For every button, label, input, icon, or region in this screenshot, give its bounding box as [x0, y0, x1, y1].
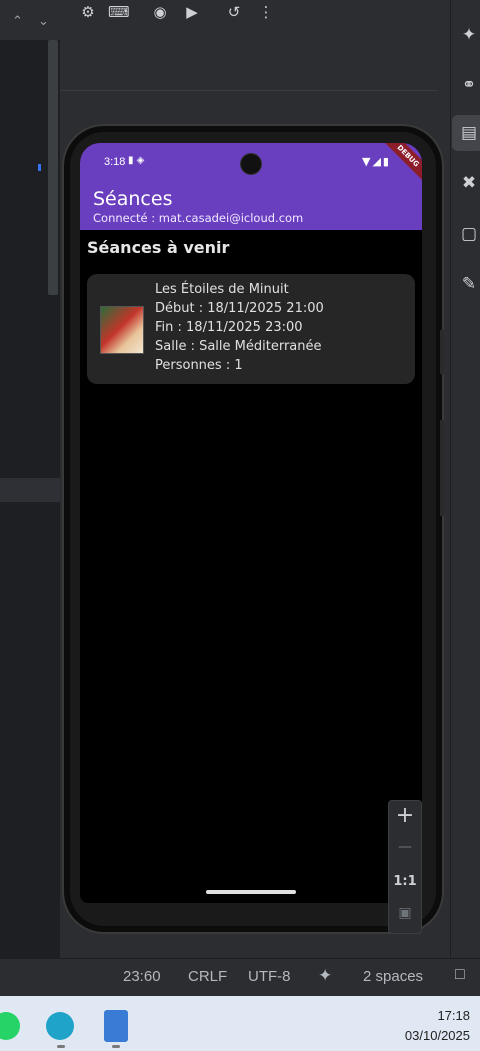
line-ending[interactable]: CRLF	[188, 968, 227, 985]
zoom-controls: + — 1:1 ▣	[388, 800, 422, 934]
notepad-icon[interactable]	[104, 1010, 128, 1042]
ai-sparkle-icon[interactable]: ✦	[456, 22, 480, 48]
toolbar-divider	[60, 90, 438, 91]
wifi-signal-battery-icon: ▼◢▮	[362, 155, 391, 168]
left-panel-selected-row[interactable]	[0, 478, 60, 502]
taskbar-date[interactable]: 03/10/2025	[405, 1028, 470, 1043]
ai-assist-icon[interactable]: ✦	[318, 966, 332, 986]
edge-app-icon[interactable]	[46, 1012, 74, 1040]
more-vert-icon[interactable]: ⋮	[256, 2, 276, 22]
phone-power-button[interactable]	[440, 330, 444, 374]
zoom-in-button[interactable]: +	[389, 803, 421, 828]
left-panel-scrollbar[interactable]	[48, 40, 58, 295]
phone-screen[interactable]: 3:18 ▮ ◈ ▼◢▮ DEBUG Séances Connecté : ma…	[80, 143, 422, 903]
device-mirror-icon[interactable]: ⌨	[108, 2, 130, 22]
session-room: Salle : Salle Méditerranée	[155, 339, 322, 354]
section-title: Séances à venir	[87, 238, 230, 257]
rotate-icon[interactable]: ↺	[224, 2, 244, 22]
file-encoding[interactable]: UTF-8	[248, 968, 291, 985]
session-people: Personnes : 1	[155, 358, 243, 373]
zoom-reset-button[interactable]: 1:1	[389, 874, 421, 889]
connected-user: Connecté : mat.casadei@icloud.com	[93, 211, 304, 225]
left-toolbar	[0, 0, 60, 40]
device-settings-icon[interactable]: ⚙	[78, 2, 98, 22]
camera-icon[interactable]: ◉	[150, 2, 170, 22]
cursor-position[interactable]: 23:60	[123, 968, 161, 985]
zoom-out-button[interactable]: —	[389, 839, 421, 855]
front-camera	[240, 153, 262, 175]
build-tools-icon[interactable]: ✖	[456, 170, 480, 196]
session-start: Début : 18/11/2025 21:00	[155, 301, 324, 316]
left-panel-marker	[38, 164, 41, 171]
link-icon[interactable]: ⚭	[456, 72, 480, 98]
home-indicator[interactable]	[206, 890, 296, 894]
phone-volume-button[interactable]	[440, 420, 444, 516]
task-running-indicator	[112, 1045, 120, 1048]
taskbar-time[interactable]: 17:18	[437, 1008, 470, 1023]
chevron-up-icon[interactable]: ⌃	[12, 14, 23, 29]
running-devices-icon[interactable]: ▤	[456, 120, 480, 146]
session-card[interactable]: Les Étoiles de Minuit Début : 18/11/2025…	[87, 274, 415, 384]
lock-open-icon[interactable]: □	[455, 966, 465, 984]
fit-screen-icon[interactable]: ▣	[389, 905, 421, 921]
status-time: 3:18	[104, 156, 126, 168]
app-title: Séances	[93, 188, 173, 210]
session-title: Les Étoiles de Minuit	[155, 282, 289, 297]
movie-poster	[100, 306, 144, 354]
indent-setting[interactable]: 2 spaces	[363, 968, 423, 985]
edit-icon[interactable]: ✎	[456, 271, 480, 297]
session-end: Fin : 18/11/2025 23:00	[155, 320, 303, 335]
notification-icons: ▮ ◈	[128, 155, 145, 166]
app-quality-icon[interactable]: ▢	[456, 221, 480, 247]
chevron-down-icon[interactable]: ⌄	[38, 14, 49, 29]
task-running-indicator	[57, 1045, 65, 1048]
video-record-icon[interactable]: ▶	[182, 2, 202, 22]
